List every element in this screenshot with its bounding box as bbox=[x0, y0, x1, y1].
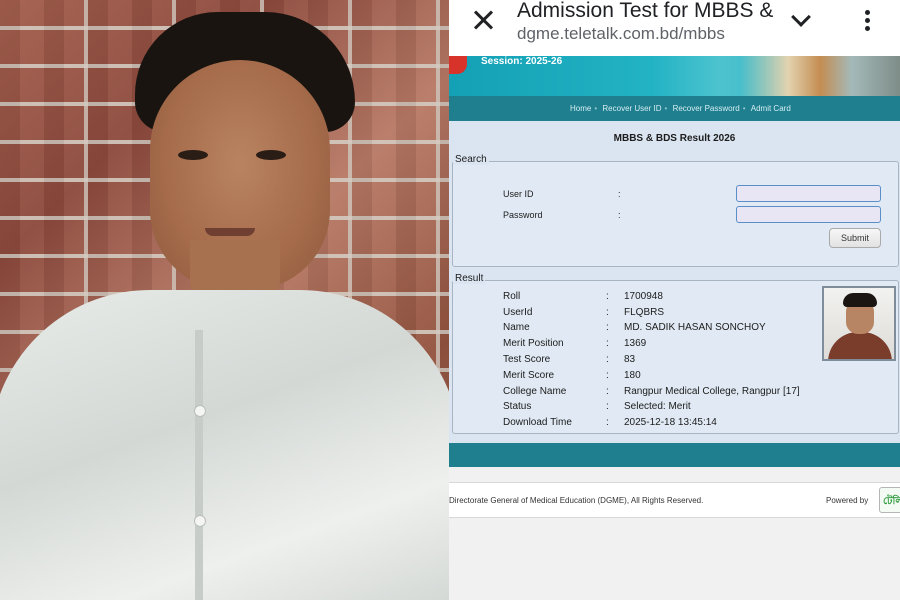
page-heading: MBBS & BDS Result 2026 bbox=[613, 133, 736, 144]
status-label: Status bbox=[503, 401, 532, 412]
search-legend: Search bbox=[453, 154, 489, 165]
colon: : bbox=[606, 338, 609, 349]
colon: : bbox=[618, 210, 621, 220]
user-id-label: User ID bbox=[503, 189, 534, 199]
colon: : bbox=[606, 386, 609, 397]
nav-bar: Home • Recover User ID • Recover Password •… bbox=[449, 96, 900, 121]
session-label: Session: 2025-26 bbox=[481, 56, 563, 67]
chevron-down-icon[interactable] bbox=[791, 10, 809, 28]
colon: : bbox=[606, 291, 609, 302]
colon: : bbox=[618, 189, 621, 199]
footer-bar bbox=[449, 443, 900, 467]
search-fieldset: User ID : Password : bbox=[452, 161, 899, 267]
nav-separator: • bbox=[742, 104, 746, 113]
merit-score-label: Merit Score bbox=[503, 370, 555, 381]
test-score-label: Test Score bbox=[503, 354, 551, 365]
main-content: MBBS & BDS Result 2026 User ID : Passwor… bbox=[449, 121, 900, 443]
banner-art bbox=[740, 56, 900, 96]
colon: : bbox=[606, 354, 609, 365]
college-name-value: Rangpur Medical College, Rangpur [17] bbox=[624, 386, 800, 397]
page-url[interactable]: dgme.teletalk.com.bd/mbbs bbox=[517, 24, 725, 44]
roll-label: Roll bbox=[503, 291, 521, 302]
site-banner: Session: 2025-26 bbox=[449, 56, 900, 96]
shirt bbox=[0, 290, 449, 600]
userid-label: UserId bbox=[503, 307, 533, 318]
submit-button[interactable]: Submit bbox=[829, 228, 881, 248]
password-input[interactable] bbox=[736, 206, 881, 223]
powered-by-text: Powered by bbox=[826, 496, 869, 505]
nav-links: Home • Recover User ID • Recover Password •… bbox=[567, 104, 794, 113]
result-legend: Result bbox=[453, 273, 486, 284]
browser-toolbar: Admission Test for MBBS & dgme.teletalk.… bbox=[449, 0, 900, 56]
name-value: MD. SADIK HASAN SONCHOY bbox=[624, 322, 766, 333]
nav-admit-card[interactable]: Admit Card bbox=[751, 104, 791, 113]
close-icon[interactable] bbox=[471, 8, 495, 32]
person-photo bbox=[0, 0, 449, 600]
footer: Directorate General of Medical Education… bbox=[449, 482, 900, 518]
shirt-button bbox=[194, 515, 206, 527]
roll-value: 1700948 bbox=[624, 291, 663, 302]
merit-position-value: 1369 bbox=[624, 338, 647, 349]
colon: : bbox=[606, 322, 609, 333]
teletalk-logo-text: টেলি bbox=[883, 496, 900, 507]
nav-recover-password[interactable]: Recover Password bbox=[673, 104, 740, 113]
right-eye bbox=[256, 150, 286, 160]
shirt-placket bbox=[195, 330, 203, 600]
nav-recover-user-id[interactable]: Recover User ID bbox=[602, 104, 661, 113]
user-id-input[interactable] bbox=[736, 185, 881, 202]
composite-image: Admission Test for MBBS & dgme.teletalk.… bbox=[0, 0, 900, 600]
colon: : bbox=[606, 307, 609, 318]
left-eye bbox=[178, 150, 208, 160]
nav-separator: • bbox=[664, 104, 668, 113]
teletalk-logo[interactable]: টেলি bbox=[879, 487, 900, 513]
merit-position-label: Merit Position bbox=[503, 338, 564, 349]
colon: : bbox=[606, 401, 609, 412]
nav-separator: • bbox=[594, 104, 598, 113]
shirt-button bbox=[194, 405, 206, 417]
test-score-value: 83 bbox=[624, 354, 636, 365]
phone-screenshot: Admission Test for MBBS & dgme.teletalk.… bbox=[449, 0, 900, 600]
status-value: Selected: Merit bbox=[624, 401, 691, 412]
college-name-label: College Name bbox=[503, 386, 567, 397]
colon: : bbox=[606, 417, 609, 428]
mouth bbox=[205, 228, 255, 236]
candidate-photo bbox=[822, 286, 896, 361]
merit-score-value: 180 bbox=[624, 370, 641, 381]
download-time-label: Download Time bbox=[503, 417, 572, 428]
more-vert-icon[interactable] bbox=[865, 10, 871, 32]
password-label: Password bbox=[503, 210, 543, 220]
colon: : bbox=[606, 370, 609, 381]
copyright-text: Directorate General of Medical Education… bbox=[449, 496, 704, 505]
nav-home[interactable]: Home bbox=[570, 104, 591, 113]
page-title: Admission Test for MBBS & bbox=[517, 0, 774, 22]
name-label: Name bbox=[503, 322, 530, 333]
userid-value: FLQBRS bbox=[624, 307, 665, 318]
download-time-value: 2025-12-18 13:45:14 bbox=[624, 417, 717, 428]
logo bbox=[449, 56, 467, 74]
